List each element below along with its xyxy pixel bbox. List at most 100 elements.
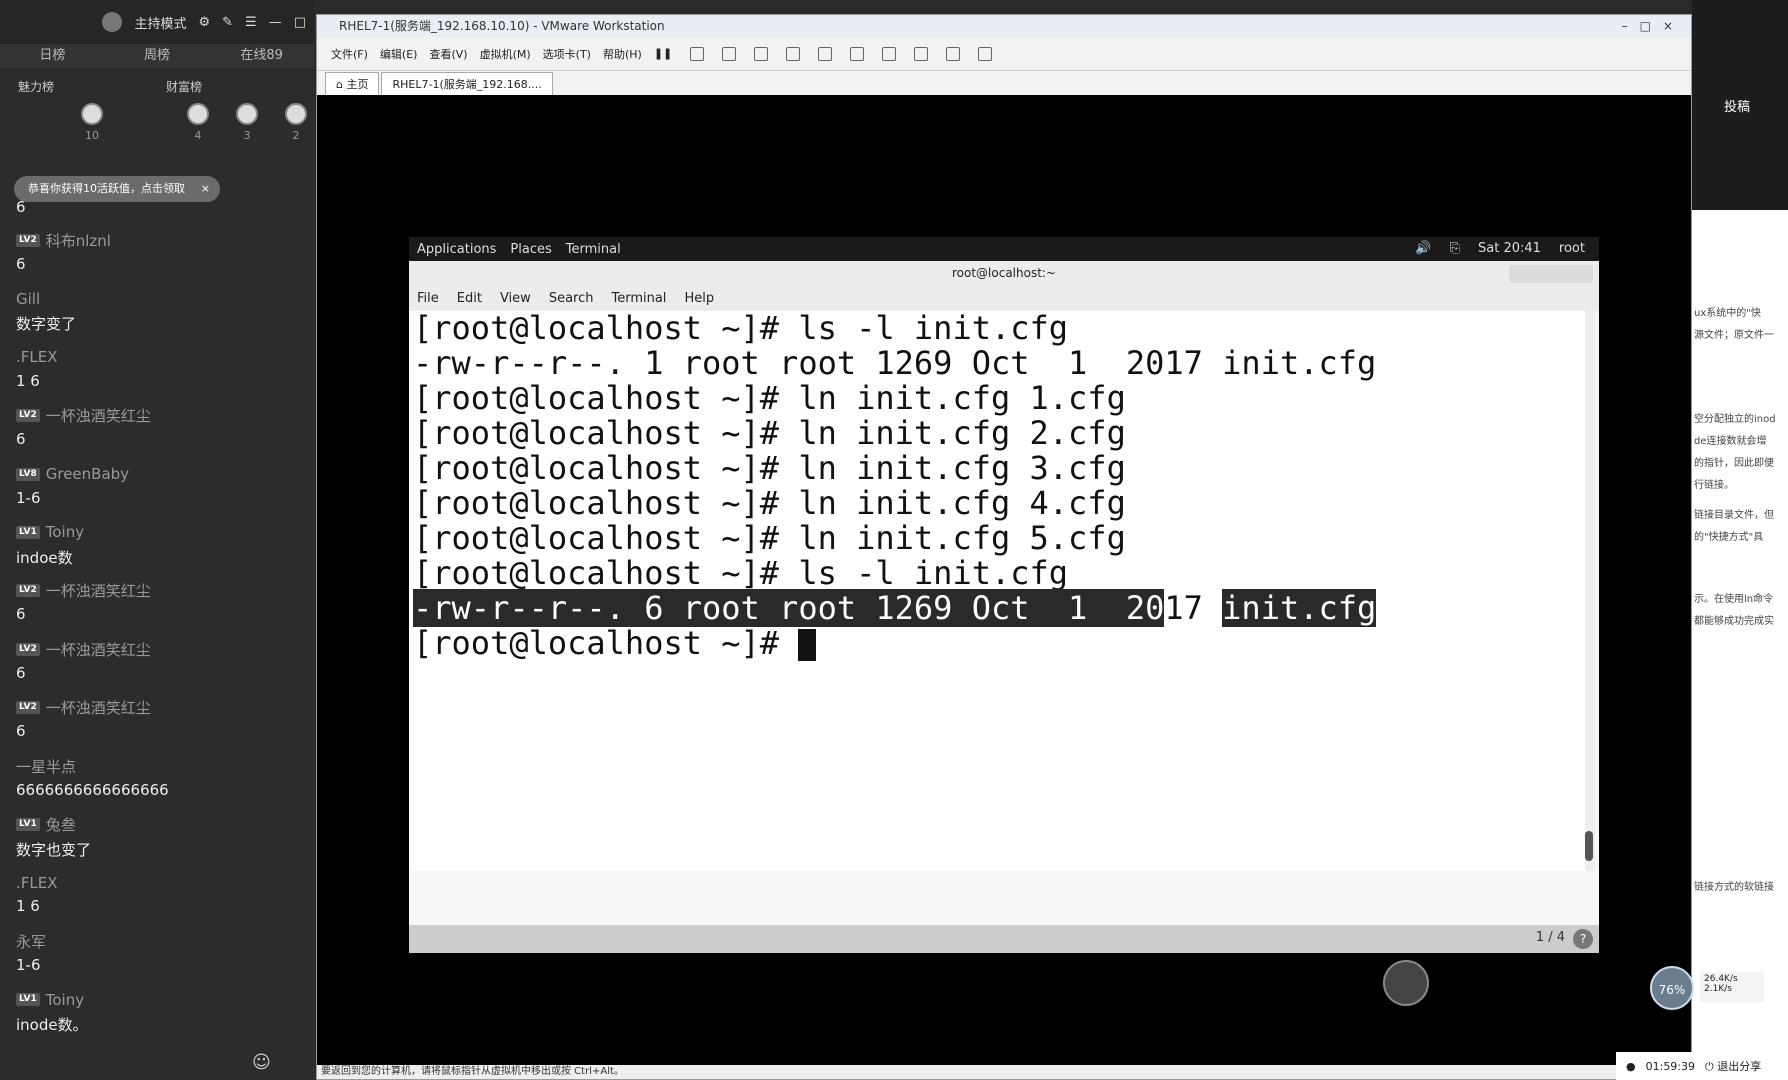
console-icon[interactable] (946, 46, 961, 61)
menu-file[interactable]: 文件(F) (331, 46, 368, 62)
doc-snippet: 的"快捷方式"具 (1694, 532, 1764, 543)
menu-help[interactable]: 帮助(H) (603, 46, 642, 62)
chat-list: LV2 科布nlznl 6 Gill 数字变了 .FLEX 1 6 LV2 一杯浊酒笑红尘… (16, 226, 306, 1043)
doc-snippet: 示。在使用ln命令 (1694, 594, 1774, 605)
rank-avatar[interactable]: 2 (282, 103, 310, 142)
emoji-icon[interactable]: ☺ (252, 1052, 271, 1073)
list-item: .FLEX 1 6 (16, 873, 58, 916)
maximize-icon[interactable]: □ (294, 15, 306, 30)
help-icon[interactable]: ? (1573, 929, 1593, 949)
live-panel: 主持模式 ⚙ ✎ ☰ — □ 日榜 周榜 在线89 魅力榜 财富榜 10 4 3… (0, 0, 314, 1080)
pause-icon[interactable]: ❚❚ (654, 47, 672, 60)
menu-view[interactable]: 查看(V) (429, 46, 467, 62)
tab-online[interactable]: 在线89 (209, 44, 314, 68)
rank-avatar[interactable]: 10 (78, 103, 106, 142)
upload-speed: 26.4K/s (1704, 974, 1738, 984)
list-item: 一星半点 6666666666666666 (16, 757, 169, 799)
terminal-output[interactable]: [root@localhost ~]# ls -l init.cfg -rw-r… (409, 311, 1585, 871)
vm-tab-bar: ⌂ 主页 RHEL7-1(服务端_192.168.... (317, 71, 1691, 95)
terminal-app-label[interactable]: Terminal (566, 242, 621, 257)
workspace-indicator[interactable]: 1 / 4 (1536, 930, 1565, 945)
rank-avatar[interactable]: 3 (233, 103, 261, 142)
sidebar-view-icon[interactable] (818, 46, 833, 61)
list-item: .FLEX 1 6 (16, 348, 58, 390)
home-icon: ⌂ (336, 78, 347, 91)
doc-snippet: 空分配独立的inod (1694, 414, 1776, 425)
places-menu[interactable]: Places (510, 242, 551, 257)
download-speed: 2.1K/s (1704, 984, 1732, 994)
gnome-bottom-bar: 1 / 4 ? (409, 925, 1599, 953)
tab-rhel7[interactable]: RHEL7-1(服务端_192.168.... (381, 72, 553, 95)
vm-screen[interactable]: Applications Places Terminal 🔊 ⎘ Sat 20:… (317, 105, 1691, 1065)
presenter-avatar (1383, 960, 1429, 1006)
host-mode-label: 主持模式 (134, 16, 187, 32)
tab-home[interactable]: ⌂ 主页 (325, 72, 380, 95)
window-controls[interactable]: –□× (1622, 15, 1685, 37)
menu-view[interactable]: View (500, 291, 531, 306)
applications-menu[interactable]: Applications (417, 242, 496, 257)
terminal-line: [root@localhost ~]# ls -l init.cfg (413, 309, 1069, 347)
exit-share-button[interactable]: ⏻ 退出分享 (1705, 1058, 1761, 1074)
menu-file[interactable]: File (417, 291, 439, 306)
menu-vm[interactable]: 虚拟机(M) (480, 46, 531, 62)
stretch-icon[interactable] (978, 46, 993, 61)
congrats-text: 恭喜你获得10活跃值，点击领取 (28, 182, 185, 195)
submit-tab[interactable]: 投稿 (1724, 96, 1750, 115)
menu-icon[interactable]: ☰ (245, 15, 257, 30)
snapshot-manager-icon[interactable] (786, 46, 801, 61)
doc-snippet: ux系统中的"快 (1694, 308, 1761, 319)
list-item: LV2 一杯浊酒笑红尘 6 (16, 407, 151, 449)
volume-icon[interactable]: 🔊 (1415, 237, 1431, 261)
revert-snapshot-icon[interactable] (754, 46, 769, 61)
terminal-scrollbar[interactable] (1585, 311, 1595, 871)
terminal-window-controls[interactable] (1509, 265, 1593, 283)
terminal-line: [root@localhost ~]# ln init.cfg 3.cfg (413, 449, 1126, 487)
share-timer: 01:59:39 (1645, 1059, 1696, 1073)
menu-help[interactable]: Help (684, 291, 714, 306)
doc-snippet: 行链接。 (1694, 480, 1734, 491)
menu-terminal[interactable]: Terminal (611, 291, 666, 306)
unity-icon[interactable] (914, 46, 929, 61)
minimize-icon[interactable]: — (269, 15, 282, 30)
menu-bar: 文件(F) 编辑(E) 查看(V) 虚拟机(M) 选项卡(T) 帮助(H) ❚❚ (317, 37, 1691, 71)
doc-snippet: 链接方式的软链接 (1694, 882, 1774, 893)
tab-weekly[interactable]: 周榜 (105, 44, 210, 68)
window-title: RHEL7-1(服务端_192.168.10.10) - VMware Work… (339, 19, 665, 33)
close-icon[interactable]: × (201, 176, 210, 202)
fullscreen-icon[interactable] (882, 46, 897, 61)
terminal-line: [root@localhost ~]# ln init.cfg 4.cfg (413, 484, 1126, 522)
terminal-line: [root@localhost ~]# ln init.cfg 5.cfg (413, 519, 1126, 557)
window-title-bar: RHEL7-1(服务端_192.168.10.10) - VMware Work… (317, 15, 1691, 37)
menu-edit[interactable]: Edit (457, 291, 482, 306)
edit-icon[interactable]: ✎ (222, 15, 233, 30)
menu-search[interactable]: Search (549, 291, 594, 306)
settings-icon[interactable]: ⚙ (198, 15, 210, 30)
network-icon[interactable]: ⎘ (1450, 237, 1460, 261)
vm-status-bar: 要返回到您的计算机，请将鼠标指针从虚拟机中移出或按 Ctrl+Alt。 (317, 1065, 1691, 1079)
cpu-usage-badge[interactable]: 76% (1650, 966, 1694, 1010)
doc-snippet: 都能够成功完成实 (1694, 616, 1774, 627)
list-item: Gill 数字变了 (16, 289, 77, 334)
host-avatar (102, 12, 123, 32)
congrats-toast[interactable]: 恭喜你获得10活跃值，点击领取 × (14, 176, 220, 202)
doc-snippet: 链接目录文件，但 (1694, 510, 1774, 521)
terminal-title: root@localhost:~ (951, 266, 1057, 280)
terminal-line: [root@localhost ~]# ln init.cfg 1.cfg (413, 379, 1126, 417)
recording-icon: ● (1626, 1059, 1636, 1073)
list-item: LV2 科布nlznl 6 (16, 232, 111, 273)
terminal-prompt: [root@localhost ~]# (413, 626, 1585, 661)
list-item: LV2 一杯浊酒笑红尘 6 (16, 582, 151, 624)
user-menu[interactable]: root (1559, 237, 1585, 261)
live-header: 主持模式 ⚙ ✎ ☰ — □ (0, 0, 314, 44)
menu-edit[interactable]: 编辑(E) (380, 46, 418, 62)
tab-daily[interactable]: 日榜 (0, 44, 105, 68)
menu-tabs[interactable]: 选项卡(T) (543, 46, 591, 62)
send-keys-icon[interactable] (690, 46, 705, 61)
share-status-bar: ● 01:59:39 ⏻ 退出分享 (1616, 1052, 1788, 1080)
charm-rank-label: 魅力榜 (18, 80, 55, 94)
doc-snippet: 源文件；原文件一 (1694, 330, 1774, 341)
snapshot-icon[interactable] (722, 46, 737, 61)
clock[interactable]: Sat 20:41 (1478, 237, 1541, 261)
rank-avatar[interactable]: 4 (184, 103, 212, 142)
thumbnail-view-icon[interactable] (850, 46, 865, 61)
